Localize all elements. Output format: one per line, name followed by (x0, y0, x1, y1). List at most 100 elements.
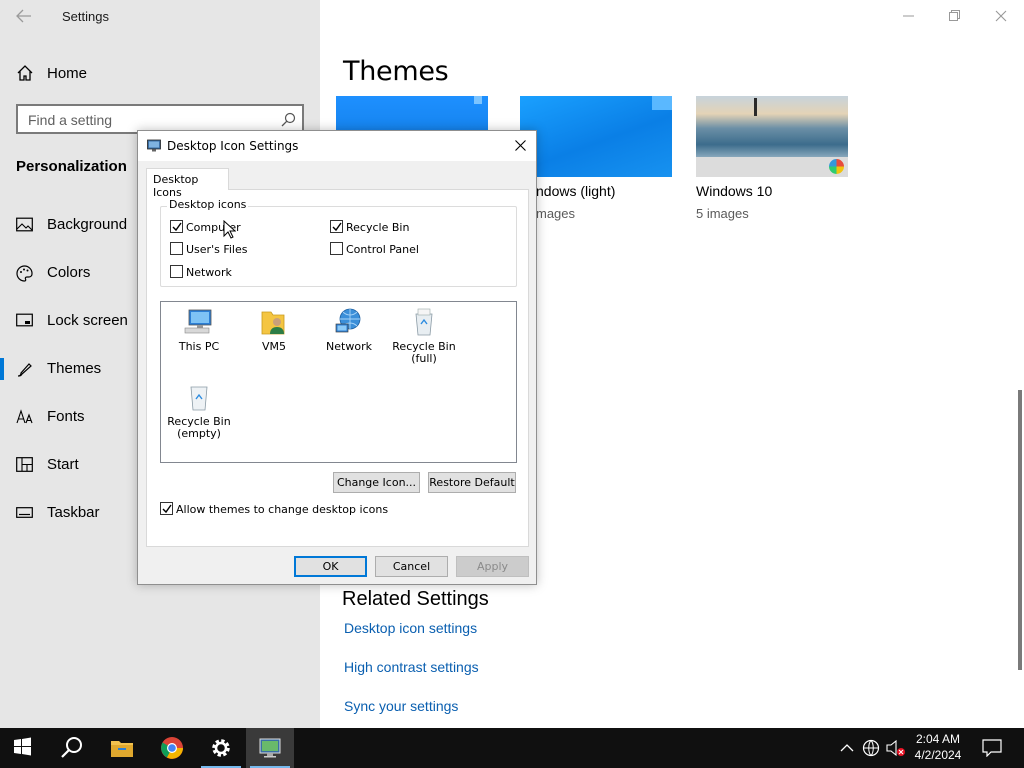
groupbox-label: Desktop icons (167, 198, 249, 211)
action-center-icon[interactable] (982, 739, 1002, 757)
icon-item-network[interactable]: Network (313, 306, 385, 353)
theme-thumbnail (696, 96, 848, 177)
dialog-title: Desktop Icon Settings (167, 139, 299, 153)
theme-card-windows-light[interactable]: ndows (light) mages (520, 96, 672, 221)
home-nav-item[interactable]: Home (0, 58, 320, 88)
dialog-titlebar[interactable]: Desktop Icon Settings (138, 131, 536, 161)
clock-date: 4/2/2024 (914, 748, 962, 762)
search-button[interactable] (48, 728, 96, 768)
network-icon (333, 306, 365, 338)
related-settings-title: Related Settings (342, 588, 489, 610)
brush-icon (17, 363, 32, 377)
section-title: Personalization (16, 158, 127, 175)
cancel-button[interactable]: Cancel (375, 556, 448, 577)
start-tiles-icon (16, 457, 33, 472)
high-contrast-settings-link[interactable]: High contrast settings (344, 659, 479, 675)
chrome-icon (161, 737, 183, 759)
theme-thumbnail (520, 96, 672, 177)
close-icon (515, 140, 526, 151)
file-explorer-button[interactable] (98, 728, 146, 768)
checkbox-label: User's Files (186, 243, 248, 256)
checkbox-label: Control Panel (346, 243, 419, 256)
sidebar-item-label: Taskbar (47, 504, 100, 521)
icon-item-recycle-bin-empty[interactable]: Recycle Bin (empty) (163, 381, 235, 440)
selected-indicator (0, 358, 4, 380)
dialog-close-button[interactable] (504, 131, 536, 161)
network-globe-icon[interactable] (862, 739, 880, 757)
clock-time: 2:04 AM (915, 732, 961, 746)
desktop-icon-settings-dialog: Desktop Icon Settings Desktop Icons Desk… (137, 130, 537, 585)
home-label: Home (47, 65, 88, 82)
vertical-scrollbar[interactable] (1018, 390, 1022, 670)
app-title: Settings (62, 9, 109, 24)
restore-icon (949, 10, 960, 21)
check-icon (332, 222, 342, 232)
tab-desktop-icons[interactable]: Desktop Icons (146, 168, 229, 199)
sidebar-item-label: Start (47, 456, 79, 473)
search-input[interactable] (28, 111, 268, 129)
taskbar-icon (16, 507, 33, 518)
sidebar-item-label: Lock screen (47, 312, 128, 329)
recycle-bin-empty-icon (183, 381, 215, 413)
apply-button[interactable]: Apply (456, 556, 529, 577)
change-icon-button[interactable]: Change Icon... (333, 472, 420, 493)
user-folder-icon (258, 306, 290, 338)
back-arrow-icon (16, 9, 31, 23)
desktop-icon-settings-taskbar-button[interactable] (246, 728, 294, 768)
checkbox-label: Network (186, 266, 232, 279)
palette-icon (16, 265, 33, 282)
recycle-bin-full-icon (408, 306, 440, 338)
sidebar-item-label: Themes (47, 360, 102, 377)
icon-item-recycle-bin-full[interactable]: Recycle Bin (full) (388, 306, 460, 365)
icon-caption: Network (326, 340, 372, 353)
icon-item-vm5[interactable]: VM5 (238, 306, 310, 353)
tab-panel: Desktop icons Computer Recycle Bin User'… (146, 189, 529, 547)
theme-image-count: 5 images (696, 206, 749, 221)
system-clock[interactable]: 2:04 AM 4/2/2024 (906, 731, 970, 763)
back-button[interactable] (8, 4, 40, 28)
mouse-cursor-icon (223, 220, 236, 239)
color-wheel-icon (829, 159, 844, 174)
search-icon (281, 112, 296, 127)
sidebar-item-label: Background (47, 216, 128, 233)
restore-button[interactable] (932, 0, 978, 32)
volume-muted-icon[interactable] (886, 739, 906, 757)
theme-card-windows-10[interactable]: Windows 10 5 images (696, 96, 848, 221)
icon-item-this-pc[interactable]: This PC (163, 306, 235, 353)
tab-label: Desktop Icons (153, 173, 199, 199)
picture-icon (16, 217, 33, 232)
desktop-icons-groupbox: Desktop icons Computer Recycle Bin User'… (160, 198, 517, 287)
checkbox-label: Recycle Bin (346, 221, 410, 234)
sidebar-item-label: Colors (47, 264, 91, 281)
search-icon (61, 737, 82, 758)
desktop-icon-list[interactable]: This PC VM5 Network Recycle Bin (full) R… (160, 301, 517, 463)
icon-caption: Recycle Bin (empty) (167, 415, 231, 440)
settings-gear-icon (212, 739, 230, 757)
icon-caption: This PC (178, 340, 220, 353)
start-icon (14, 737, 31, 756)
theme-name: ndows (light) (536, 183, 616, 199)
desktop-icon-settings-link[interactable]: Desktop icon settings (344, 620, 477, 636)
sidebar-item-label: Fonts (47, 408, 85, 425)
start-button[interactable] (0, 728, 48, 768)
page-title: Themes (343, 56, 449, 87)
sync-settings-link[interactable]: Sync your settings (344, 698, 458, 714)
computer-icon (183, 306, 215, 338)
desktop-icon-settings-app-icon (259, 738, 281, 758)
ok-button[interactable]: OK (294, 556, 367, 577)
desktop-monitor-icon (147, 139, 161, 152)
minimize-icon (903, 15, 914, 17)
show-hidden-icons-chevron-icon[interactable] (840, 741, 854, 755)
theme-name: Windows 10 (696, 183, 773, 199)
icon-caption: VM5 (261, 340, 286, 353)
taskbar: 2:04 AM 4/2/2024 (0, 728, 1024, 768)
minimize-button[interactable] (886, 0, 932, 32)
settings-app-button[interactable] (197, 728, 245, 768)
close-button[interactable] (978, 0, 1024, 32)
home-icon (17, 65, 33, 81)
font-icon (16, 409, 33, 424)
chrome-button[interactable] (148, 728, 196, 768)
close-icon (995, 10, 1007, 22)
theme-image-count: mages (536, 206, 576, 221)
restore-default-button[interactable]: Restore Default (428, 472, 516, 493)
